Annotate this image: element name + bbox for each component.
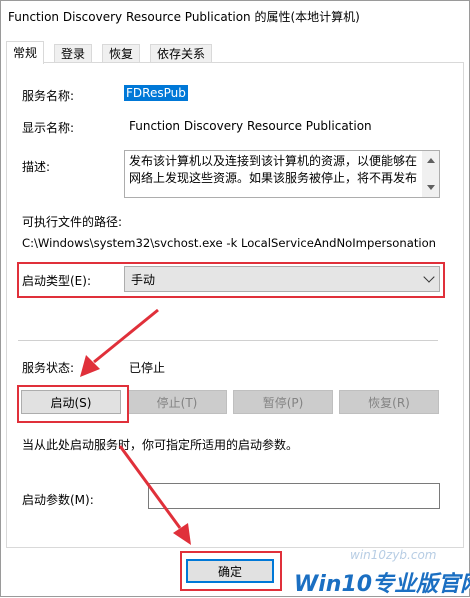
annotation-arrow-to-start — [93, 308, 159, 364]
watermark-brand: Win10专业版官网 — [294, 572, 470, 597]
annotation-arrow-to-ok — [118, 445, 182, 529]
annotation-arrowhead-ok — [173, 523, 191, 545]
watermark-url: win10zyb.com — [350, 548, 437, 562]
tab-general[interactable]: 常规 — [6, 41, 45, 64]
annotation-arrows — [80, 308, 191, 545]
